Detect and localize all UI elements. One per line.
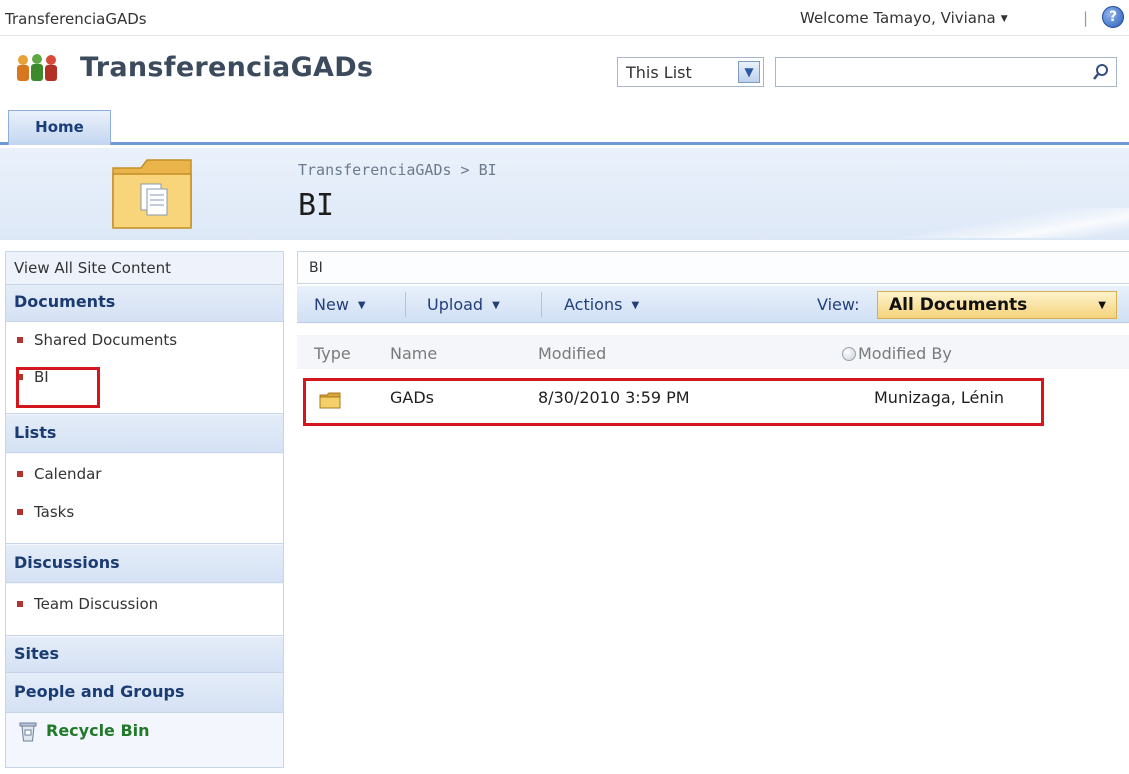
site-header: TransferenciaGADs This List ▼ [0, 37, 1129, 107]
nav-heading-discussions[interactable]: Discussions [6, 545, 283, 583]
view-all-site-content-link[interactable]: View All Site Content [6, 252, 283, 285]
site-title[interactable]: TransferenciaGADs [80, 52, 373, 83]
page-title-area: TransferenciaGADs > BI BI [0, 148, 1129, 240]
highlight-box [303, 378, 1044, 426]
welcome-label: Welcome Tamayo, Viviana [800, 9, 996, 27]
search-scope-value: This List [626, 63, 692, 82]
search-input[interactable] [775, 57, 1117, 87]
sidebar-item-label: Tasks [34, 503, 75, 521]
list-column-headers: Type Name Modified Modified By [297, 335, 1129, 369]
top-utility-bar: TransferenciaGADs Welcome Tamayo, Vivian… [0, 0, 1129, 36]
bullet-icon [17, 471, 23, 477]
sidebar-item-label: Shared Documents [34, 331, 178, 349]
chevron-down-icon: ▼ [631, 300, 640, 311]
document-library: BI New ▼ Upload ▼ Actions ▼ View: All Docum… [297, 251, 1129, 768]
column-header-name[interactable]: Name [390, 344, 437, 363]
webpart-title[interactable]: BI [297, 251, 1129, 284]
view-label: View: [817, 295, 860, 314]
decorative-swoosh [900, 208, 1129, 238]
sidebar-item-label: Team Discussion [34, 595, 159, 613]
sidebar-item-shared-documents[interactable]: Shared Documents [6, 322, 283, 359]
welcome-menu[interactable]: Welcome Tamayo, Viviana ▼ [800, 9, 1008, 27]
search-icon[interactable] [1092, 63, 1110, 81]
quick-launch: View All Site Content Documents Shared D… [5, 251, 284, 768]
sidebar-item-calendar[interactable]: Calendar [6, 454, 283, 494]
nav-heading-people-and-groups[interactable]: People and Groups [6, 673, 283, 713]
column-header-label: Modified By [858, 344, 952, 363]
column-header-modified-by[interactable]: Modified By [842, 344, 952, 363]
bullet-icon [17, 337, 23, 343]
column-header-type[interactable]: Type [314, 344, 351, 363]
help-icon[interactable]: ? [1102, 6, 1124, 28]
divider [405, 292, 406, 317]
bullet-icon [17, 509, 23, 515]
view-select[interactable]: All Documents ▼ [877, 291, 1117, 319]
top-nav-tabs: Home [0, 107, 1129, 145]
divider: | [1083, 9, 1089, 27]
breadcrumb[interactable]: TransferenciaGADs > BI [298, 161, 497, 179]
people-icon [17, 54, 57, 81]
nav-heading-lists[interactable]: Lists [6, 415, 283, 453]
nav-heading-documents[interactable]: Documents [6, 285, 283, 322]
breadcrumb-site-link[interactable]: TransferenciaGADs [5, 10, 147, 28]
highlight-box [16, 367, 100, 408]
search-scope-select[interactable]: This List ▼ [617, 57, 764, 87]
folder-icon [112, 159, 192, 229]
actions-label: Actions [564, 295, 623, 314]
divider [541, 292, 542, 317]
page-title: BI [298, 188, 335, 223]
actions-menu-button[interactable]: Actions ▼ [564, 295, 639, 314]
view-select-value: All Documents [889, 295, 1028, 315]
sidebar-item-tasks[interactable]: Tasks [6, 494, 283, 544]
list-toolbar: New ▼ Upload ▼ Actions ▼ View: All Document… [297, 286, 1129, 323]
recycle-bin-label: Recycle Bin [46, 721, 150, 740]
upload-label: Upload [427, 295, 484, 314]
nav-heading-sites[interactable]: Sites [6, 637, 283, 673]
sidebar-item-team-discussion[interactable]: Team Discussion [6, 584, 283, 636]
recycle-bin-icon [19, 722, 37, 742]
presence-icon [842, 347, 856, 361]
chevron-down-icon: ▼ [1098, 300, 1106, 311]
chevron-down-icon: ▼ [357, 300, 366, 311]
chevron-down-icon: ▼ [492, 300, 500, 311]
chevron-down-icon: ▼ [1000, 13, 1008, 24]
column-header-modified[interactable]: Modified [538, 344, 606, 363]
sidebar-item-label: Calendar [34, 465, 102, 483]
bullet-icon [17, 601, 23, 607]
upload-menu-button[interactable]: Upload ▼ [427, 295, 500, 314]
new-menu-button[interactable]: New ▼ [314, 295, 366, 314]
chevron-down-icon[interactable]: ▼ [738, 61, 760, 83]
recycle-bin-link[interactable]: Recycle Bin [6, 713, 283, 767]
new-label: New [314, 295, 349, 314]
tab-home[interactable]: Home [8, 110, 111, 145]
